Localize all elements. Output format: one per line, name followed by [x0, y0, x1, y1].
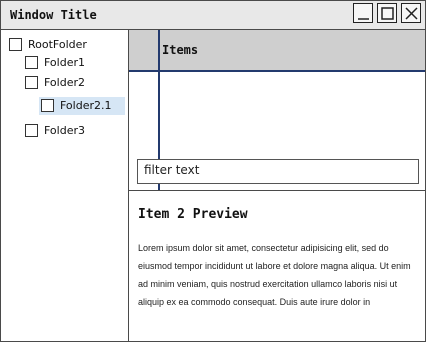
tree-item-label: Folder3 [44, 124, 85, 137]
column-header-label: Items [162, 43, 199, 57]
close-icon [405, 7, 418, 20]
row-header-gutter [129, 30, 158, 70]
folder-checkbox-icon[interactable] [41, 99, 54, 112]
preview-body: Lorem ipsum dolor sit amet, consectetur … [138, 243, 411, 307]
tree-item-label: Folder2 [44, 76, 85, 89]
tree-item-label: Folder1 [44, 56, 85, 69]
folder-tree: RootFolder Folder1 Folder2 Folder2.1 Fol… [1, 30, 128, 341]
tree-item-rootfolder[interactable]: RootFolder [9, 36, 124, 54]
tree-item-folder3[interactable]: Folder3 [25, 122, 124, 140]
column-header-items[interactable] [159, 30, 425, 70]
preview-pane: Item 2 Preview Lorem ipsum dolor sit ame… [129, 191, 425, 341]
folder-checkbox-icon[interactable] [25, 124, 38, 137]
window-title: Window Title [10, 8, 97, 22]
tree-item-folder2[interactable]: Folder2 [25, 74, 124, 92]
grid-divider [129, 70, 425, 72]
maximize-icon [381, 7, 394, 20]
close-button[interactable] [401, 3, 421, 23]
minimize-icon [358, 18, 369, 20]
minimize-button[interactable] [353, 3, 373, 23]
tree-item-label: RootFolder [28, 38, 87, 51]
tree-item-folder1[interactable]: Folder1 [25, 54, 124, 72]
app-window: Window Title RootFolder Folder1 Folder2 … [0, 0, 426, 342]
folder-checkbox-icon[interactable] [9, 38, 22, 51]
filter-input[interactable]: filter text [137, 159, 419, 184]
maximize-button[interactable] [377, 3, 397, 23]
folder-checkbox-icon[interactable] [25, 56, 38, 69]
title-bar[interactable]: Window Title [1, 1, 425, 30]
items-list: Items filter text [129, 30, 425, 190]
tree-item-folder2-1[interactable]: Folder2.1 [39, 97, 125, 115]
tree-item-label: Folder2.1 [60, 99, 112, 112]
folder-checkbox-icon[interactable] [25, 76, 38, 89]
preview-title: Item 2 Preview [138, 207, 248, 222]
